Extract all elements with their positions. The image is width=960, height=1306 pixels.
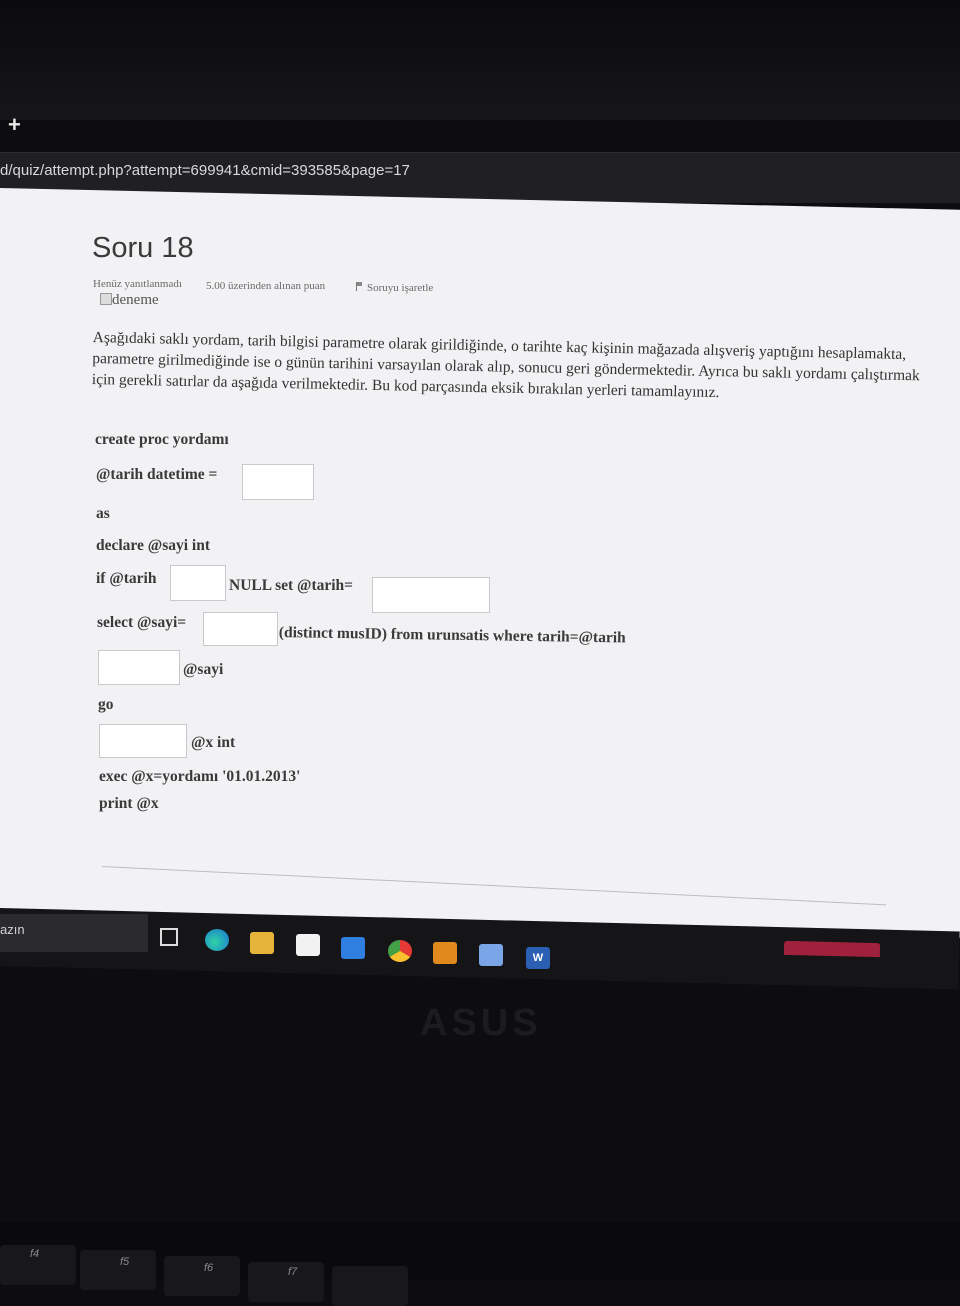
code-line-as: as [96, 505, 110, 522]
file-explorer-icon[interactable] [250, 932, 274, 954]
flag-label: Soruyu işaretle [367, 282, 434, 294]
url-text[interactable]: d/quiz/attempt.php?attempt=699941&cmid=3… [0, 162, 410, 179]
key-f6 [164, 1256, 240, 1296]
question-grade: 5.00 üzerinden alınan puan [206, 280, 326, 292]
question-status: Henüz yanıtlanmadı [93, 278, 182, 290]
next-page-button[interactable] [783, 940, 881, 958]
code-line-if: if @tarih [96, 570, 157, 587]
app-icon[interactable] [433, 942, 457, 964]
broken-image-icon [100, 293, 112, 305]
answer-blank-6[interactable] [99, 724, 187, 758]
key-f5 [80, 1250, 156, 1290]
mail-icon[interactable] [341, 937, 365, 959]
store-icon[interactable] [296, 934, 320, 956]
fkey-label: f4 [30, 1248, 40, 1260]
taskbar-search-text[interactable]: azın [0, 922, 25, 937]
fkey-label: f5 [120, 1256, 130, 1268]
question-title: Soru 18 [92, 232, 194, 264]
word-icon[interactable]: W [526, 947, 550, 969]
code-line-select: select @sayi= [97, 614, 187, 631]
laptop-brand-logo: ASUS [420, 1002, 542, 1044]
answer-blank-2[interactable] [170, 565, 226, 601]
code-line-return: @sayi [183, 661, 224, 678]
new-tab-button[interactable]: + [8, 112, 21, 138]
code-line-xint: @x int [191, 734, 236, 751]
code-line-param: @tarih datetime = [96, 466, 218, 483]
answer-blank-3[interactable] [372, 577, 490, 613]
edge-icon[interactable] [205, 929, 229, 951]
code-line-exec: exec @x=yordamı '01.01.2013' [99, 768, 301, 785]
remote-desktop-icon[interactable] [479, 944, 503, 966]
chrome-icon[interactable] [388, 940, 412, 962]
fkey-label: f7 [288, 1266, 298, 1278]
broken-image: deneme [100, 292, 159, 309]
image-alt-text: deneme [112, 292, 159, 308]
code-line-go: go [98, 696, 114, 713]
task-view-icon[interactable] [160, 928, 178, 946]
flag-question-link[interactable]: Soruyu işaretle [356, 282, 433, 294]
key-f8 [332, 1266, 408, 1306]
key-f7 [248, 1262, 324, 1302]
code-line-declare: declare @sayi int [96, 537, 211, 554]
answer-blank-1[interactable] [242, 464, 314, 500]
screen-bezel-top [0, 0, 960, 120]
flag-icon [356, 282, 363, 291]
answer-blank-4[interactable] [203, 612, 278, 646]
answer-blank-5[interactable] [98, 650, 180, 685]
code-line-if-rest: NULL set @tarih= [229, 577, 353, 594]
code-line-create: create proc yordamı [95, 431, 229, 448]
code-line-print: print @x [99, 795, 159, 812]
fkey-label: f6 [204, 1262, 214, 1274]
